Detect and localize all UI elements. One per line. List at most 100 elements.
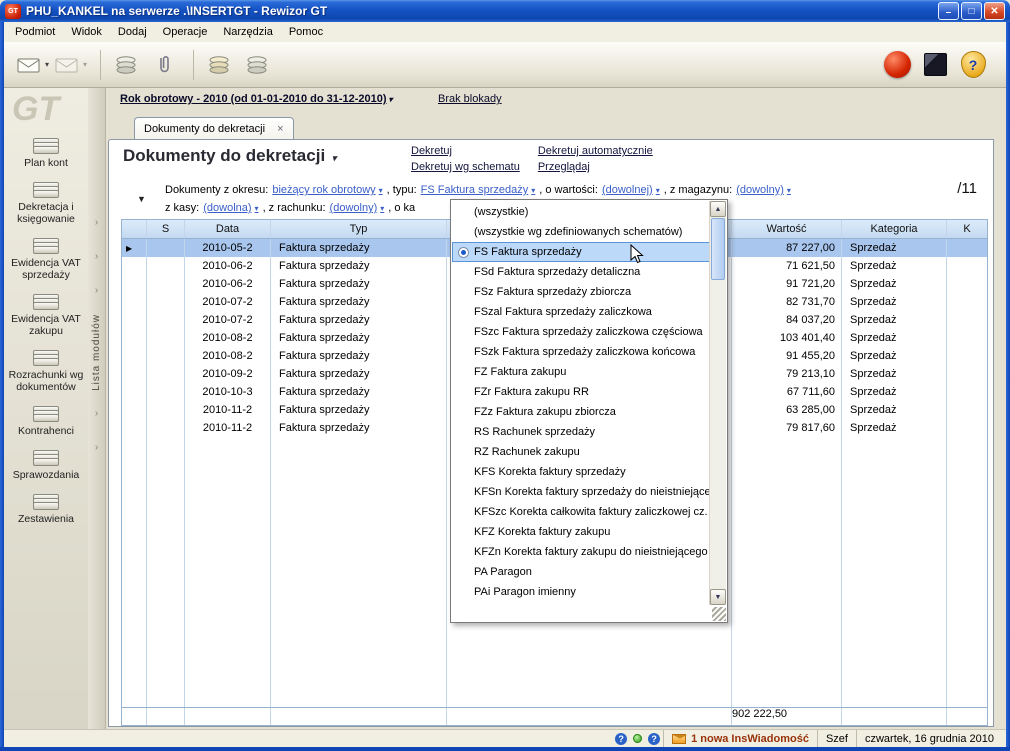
dropdown-option[interactable]: (wszystkie) xyxy=(452,202,710,222)
minimize-button[interactable]: – xyxy=(938,2,959,20)
dropdown-option[interactable]: KFSzc Korekta całkowita faktury zaliczko… xyxy=(452,502,710,522)
dropdown-option[interactable]: RS Rachunek sprzedaży xyxy=(452,422,710,442)
dropdown-option[interactable]: RZ Rachunek zakupu xyxy=(452,442,710,462)
help-icon[interactable]: ? xyxy=(615,733,627,745)
scroll-up-icon[interactable]: ▲ xyxy=(710,201,726,217)
help-icon[interactable]: ? xyxy=(648,733,660,745)
menu-item[interactable]: Podmiot xyxy=(7,23,63,41)
package-icon xyxy=(924,53,947,76)
dropdown-option[interactable]: KFZ Korekta faktury zakupu xyxy=(452,522,710,542)
sidebar-module-item[interactable]: Zestawienia xyxy=(6,494,86,525)
menu-item[interactable]: Dodaj xyxy=(110,23,155,41)
reports-button[interactable] xyxy=(240,47,274,83)
dropdown-option[interactable]: FSd Faktura sprzedaży detaliczna xyxy=(452,262,710,282)
help-button[interactable]: ? xyxy=(956,47,990,83)
sidebar-module-item[interactable]: Plan kont xyxy=(6,138,86,169)
filter-account-value[interactable]: (dowolny)▾ xyxy=(330,202,385,214)
action-link[interactable]: Dekretuj automatycznie xyxy=(538,145,653,161)
cell-k xyxy=(947,311,987,329)
sidebar-module-item[interactable]: Sprawozdania xyxy=(6,450,86,481)
scrollbar-thumb[interactable] xyxy=(711,218,725,280)
new-message-button[interactable]: ▾ xyxy=(54,47,88,83)
action-link[interactable]: Dekretuj xyxy=(411,145,520,161)
dropdown-option[interactable]: FS Faktura sprzedaży xyxy=(452,242,710,262)
header-k[interactable]: K xyxy=(947,220,987,238)
page-title[interactable]: Dokumenty do dekretacji ▾ xyxy=(123,146,336,166)
filter-warehouse-value[interactable]: (dowolny)▾ xyxy=(736,184,791,196)
filter-row-2: z kasy: (dowolna)▾ , z rachunku: (dowoln… xyxy=(165,202,419,214)
lock-status-link[interactable]: Brak blokady xyxy=(438,93,502,105)
action-link[interactable]: Przeglądaj xyxy=(538,161,653,177)
dropdown-option[interactable]: PA Paragon xyxy=(452,562,710,582)
header-wartosc[interactable]: Wartość xyxy=(732,220,842,238)
dropdown-option[interactable]: FZ Faktura zakupu xyxy=(452,362,710,382)
header-data[interactable]: Data xyxy=(185,220,271,238)
cell-data: 2010-08-2 xyxy=(185,329,271,347)
filter-type-value[interactable]: FS Faktura sprzedaży▾ xyxy=(421,184,536,196)
dropdown-option-label: FSzal Faktura sprzedaży zaliczkowa xyxy=(474,306,652,318)
cell-wartosc: 87 227,00 xyxy=(732,239,842,257)
close-button[interactable]: ✕ xyxy=(984,2,1005,20)
dropdown-option-label: FZr Faktura zakupu RR xyxy=(474,386,589,398)
dropdown-scrollbar[interactable]: ▲ ▼ xyxy=(709,201,726,605)
tab-close-icon[interactable]: × xyxy=(277,123,283,135)
maximize-button[interactable]: □ xyxy=(961,2,982,20)
dropdown-option[interactable]: (wszystkie wg zdefiniowanych schematów) xyxy=(452,222,710,242)
header-kategoria[interactable]: Kategoria xyxy=(842,220,947,238)
sidebar-module-item[interactable]: Dekretacja i księgowanie xyxy=(6,182,86,225)
tab-label: Dokumenty do dekretacji xyxy=(144,123,265,135)
sidebar-module-item[interactable]: Ewidencja VAT zakupu xyxy=(6,294,86,337)
cell-s xyxy=(147,347,185,365)
cell-wartosc: 91 455,20 xyxy=(732,347,842,365)
tab-dokumenty-do-dekretacji[interactable]: Dokumenty do dekretacji × xyxy=(134,117,294,140)
dropdown-option[interactable]: FZr Faktura zakupu RR xyxy=(452,382,710,402)
fiscal-year-link[interactable]: Rok obrotowy - 2010 (od 01-01-2010 do 31… xyxy=(120,93,393,105)
dropdown-option-label: FSz Faktura sprzedaży zbiorcza xyxy=(474,286,631,298)
module-icon xyxy=(33,238,59,254)
filter-collapse-icon[interactable]: ▼ xyxy=(137,194,146,204)
dropdown-option[interactable]: FSzc Faktura sprzedaży zaliczkowa części… xyxy=(452,322,710,342)
dropdown-option[interactable]: KFZn Korekta faktury zakupu do nieistnie… xyxy=(452,542,710,562)
module-icon xyxy=(33,182,59,198)
cell-s xyxy=(147,383,185,401)
inswiadomosc-segment[interactable]: 1 nowa InsWiadomość xyxy=(663,730,817,747)
dropdown-option[interactable]: PAi Paragon imienny xyxy=(452,582,710,602)
scroll-down-icon[interactable]: ▼ xyxy=(710,589,726,605)
filter-value-value[interactable]: (dowolnej)▾ xyxy=(602,184,660,196)
envelope-icon xyxy=(17,56,43,74)
menu-item[interactable]: Widok xyxy=(63,23,110,41)
filter-cash-value[interactable]: (dowolna)▾ xyxy=(203,202,258,214)
dropdown-option-label: PA Paragon xyxy=(474,566,532,578)
attachment-button[interactable] xyxy=(147,47,181,83)
cell-kategoria: Sprzedaż xyxy=(842,365,947,383)
cell-data: 2010-06-2 xyxy=(185,257,271,275)
module-pane: GT Plan kont Dekretacja i księgowanie Ew… xyxy=(4,88,88,729)
documents-stack-button[interactable] xyxy=(109,47,143,83)
module-list-strip[interactable]: › › › Lista modułów › › xyxy=(88,88,106,729)
print-button[interactable] xyxy=(202,47,236,83)
row-selector-cell: ▶ xyxy=(122,239,147,257)
package-button[interactable] xyxy=(918,47,952,83)
action-link[interactable]: Dekretuj wg schematu xyxy=(411,161,520,177)
header-typ[interactable]: Typ xyxy=(271,220,447,238)
sidebar-module-item[interactable]: Rozrachunki wg dokumentów xyxy=(6,350,86,393)
dropdown-option[interactable]: FZz Faktura zakupu zbiorcza xyxy=(452,402,710,422)
sidebar-module-item[interactable]: Kontrahenci xyxy=(6,406,86,437)
menu-item[interactable]: Operacje xyxy=(155,23,216,41)
dropdown-option[interactable]: FSzal Faktura sprzedaży zaliczkowa xyxy=(452,302,710,322)
send-message-button[interactable]: ▾ xyxy=(16,47,50,83)
titlebar[interactable]: GT PHU_KANKEL na serwerze .\INSERTGT - R… xyxy=(0,0,1010,22)
insert-logo-button[interactable] xyxy=(880,47,914,83)
sidebar-module-item[interactable]: Ewidencja VAT sprzedaży xyxy=(6,238,86,281)
header-s[interactable]: S xyxy=(147,220,185,238)
menu-item[interactable]: Pomoc xyxy=(281,23,331,41)
dropdown-option[interactable]: KFS Korekta faktury sprzedaży xyxy=(452,462,710,482)
message-text[interactable]: 1 nowa InsWiadomość xyxy=(691,733,809,745)
resize-grip[interactable] xyxy=(712,607,726,621)
filter-period-value[interactable]: bieżący rok obrotowy▾ xyxy=(272,184,382,196)
dropdown-option[interactable]: FSz Faktura sprzedaży zbiorcza xyxy=(452,282,710,302)
dropdown-option[interactable]: FSzk Faktura sprzedaży zaliczkowa końcow… xyxy=(452,342,710,362)
menu-item[interactable]: Narzędzia xyxy=(215,23,281,41)
row-selector-cell: ▶ xyxy=(122,383,147,401)
dropdown-option[interactable]: KFSn Korekta faktury sprzedaży do nieist… xyxy=(452,482,710,502)
